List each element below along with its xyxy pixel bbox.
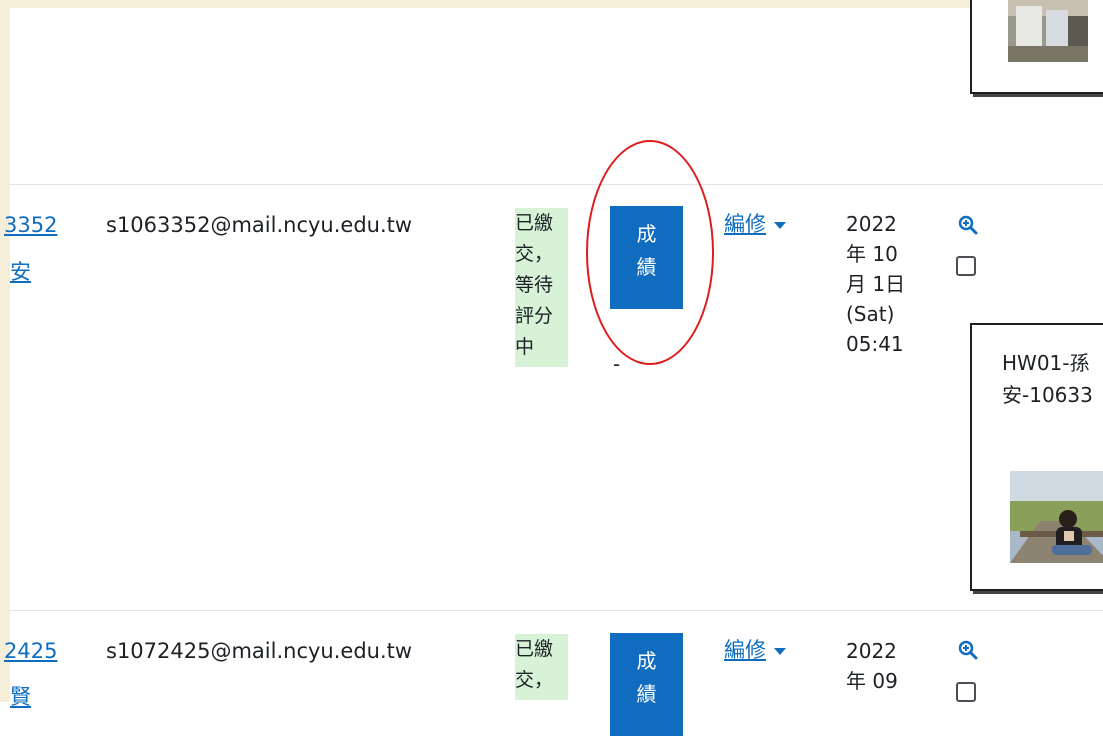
submission-status-badge: 已繳 交，: [515, 634, 568, 700]
row-select-checkbox[interactable]: [956, 682, 976, 702]
student-email: s1072425@mail.ncyu.edu.tw: [106, 639, 413, 663]
last-modified-date: 2022 年 09: [846, 636, 898, 696]
student-id-link[interactable]: 3352: [4, 210, 57, 241]
last-modified-date: 2022 年 10 月 1日 (Sat) 05:41: [846, 209, 905, 359]
previous-file-thumbnail: [1008, 0, 1088, 62]
grade-button[interactable]: 成 績: [610, 206, 683, 309]
background-border-top: [0, 0, 1103, 8]
date-line: 年 10: [846, 242, 898, 266]
zoom-in-icon[interactable]: [958, 215, 978, 235]
previous-file-preview[interactable]: [970, 0, 1103, 94]
date-line: 2022: [846, 212, 897, 236]
file-name-line: HW01-孫: [1002, 351, 1090, 375]
submission-file-name: HW01-孫 安-10633: [1002, 347, 1093, 411]
student-name-link[interactable]: 賢: [10, 682, 31, 713]
grade-value: -: [613, 352, 621, 376]
grade-button-label: 績: [636, 682, 657, 706]
edit-dropdown[interactable]: 編修: [724, 209, 786, 240]
submission-file-preview[interactable]: HW01-孫 安-10633: [970, 323, 1103, 591]
grade-button-label: 成: [636, 649, 657, 673]
chevron-down-icon: [774, 647, 786, 655]
student-name-link[interactable]: 安: [10, 257, 31, 288]
status-text-line: 已繳: [515, 212, 554, 234]
status-text-line: 評分: [515, 305, 554, 327]
date-line: 2022: [846, 639, 897, 663]
zoom-in-icon[interactable]: [958, 640, 978, 660]
status-text-line: 交，: [515, 669, 554, 691]
submission-file-thumbnail: [1010, 471, 1103, 563]
grade-button-label: 成: [636, 222, 657, 246]
status-text-line: 已繳: [515, 638, 554, 660]
status-text-line: 中: [515, 336, 535, 358]
file-name-line: 安-10633: [1002, 383, 1093, 407]
date-line: (Sat): [846, 302, 895, 326]
student-email: s1063352@mail.ncyu.edu.tw: [106, 213, 413, 237]
row-select-checkbox[interactable]: [956, 256, 976, 276]
date-line: 月 1日: [846, 272, 906, 296]
edit-dropdown-label: 編修: [724, 212, 766, 236]
grade-button[interactable]: 成 績: [610, 633, 683, 736]
date-line: 年 09: [846, 669, 898, 693]
row-divider: [10, 610, 1103, 611]
edit-dropdown-label: 編修: [724, 638, 766, 662]
student-id-link[interactable]: 2425: [4, 636, 57, 667]
edit-dropdown[interactable]: 編修: [724, 635, 786, 666]
status-text-line: 交，: [515, 243, 554, 265]
date-line: 05:41: [846, 332, 904, 356]
chevron-down-icon: [774, 221, 786, 229]
row-divider: [10, 184, 1103, 185]
grade-button-label: 績: [636, 255, 657, 279]
status-text-line: 等待: [515, 274, 554, 296]
submission-status-badge: 已繳 交， 等待 評分 中: [515, 208, 568, 367]
background-border-left: [0, 0, 10, 702]
